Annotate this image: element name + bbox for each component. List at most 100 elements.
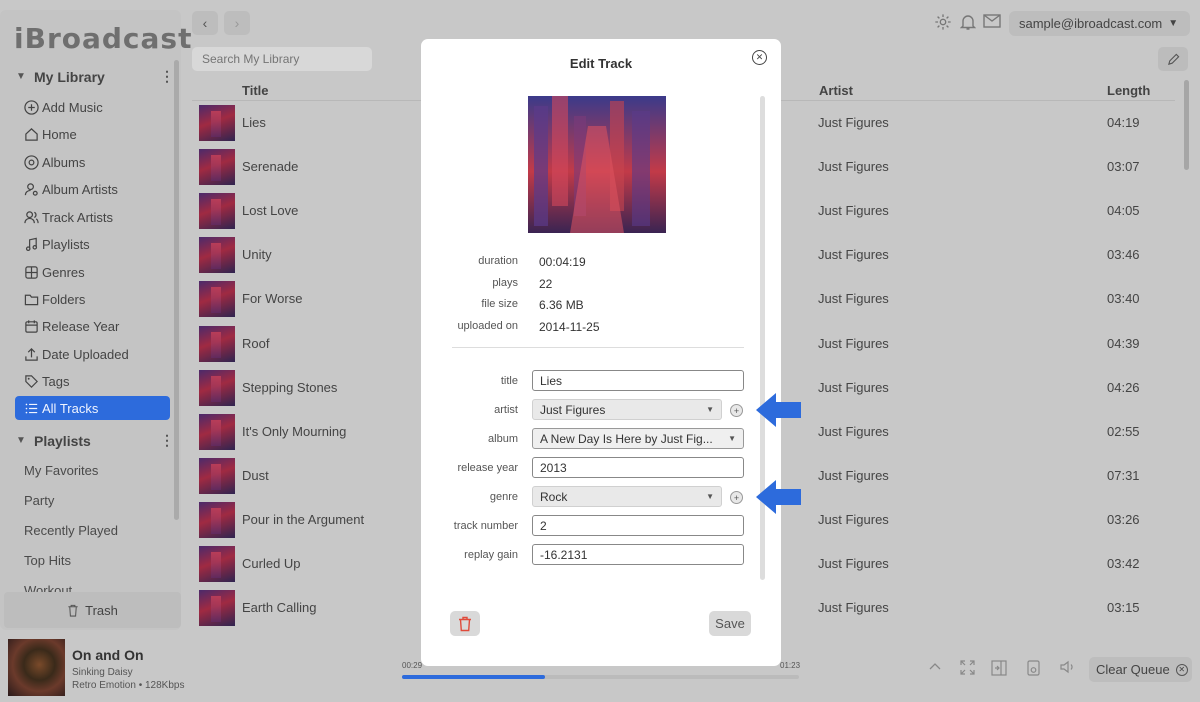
- trash-button[interactable]: Trash: [4, 592, 181, 628]
- info-value: 6.36 MB: [539, 298, 584, 312]
- user-music-icon: [22, 180, 40, 198]
- playlists-header[interactable]: ▼ Playlists ⋮: [16, 432, 174, 449]
- sidebar-scrollbar[interactable]: [174, 60, 179, 520]
- dropdown-arrow-icon: ▼: [706, 492, 714, 501]
- track-length: 04:26: [1107, 380, 1140, 395]
- track-artwork: [199, 546, 235, 582]
- chevron-up-icon[interactable]: [928, 660, 942, 677]
- volume-icon[interactable]: [1060, 660, 1076, 677]
- plus-circle-icon: [22, 98, 40, 116]
- sidebar-item-date-uploaded[interactable]: Date Uploaded: [15, 342, 170, 366]
- add-artist-button[interactable]: +: [730, 404, 743, 417]
- column-artist[interactable]: Artist: [819, 83, 853, 98]
- sidebar-item-albums[interactable]: Albums: [15, 150, 170, 174]
- playlist-item[interactable]: Workout: [24, 583, 72, 592]
- back-button[interactable]: ‹: [192, 11, 218, 35]
- now-playing-artist[interactable]: Sinking Daisy: [72, 667, 133, 678]
- track-artist: Just Figures: [818, 203, 889, 218]
- delete-button[interactable]: [450, 611, 480, 636]
- track-length: 07:31: [1107, 468, 1140, 483]
- track-title: For Worse: [242, 291, 303, 306]
- edit-button[interactable]: [1158, 47, 1188, 71]
- column-title[interactable]: Title: [242, 83, 269, 98]
- search-input[interactable]: [192, 47, 372, 71]
- speaker-device-icon[interactable]: [1027, 660, 1040, 679]
- playlist-item[interactable]: Top Hits: [24, 553, 71, 568]
- genre-value: Rock: [540, 489, 568, 504]
- sidebar-item-track-artists[interactable]: Track Artists: [15, 205, 170, 229]
- playlist-item[interactable]: My Favorites: [24, 463, 98, 478]
- track-length: 03:26: [1107, 512, 1140, 527]
- track-artist: Just Figures: [818, 336, 889, 351]
- sidebar-item-label: Folders: [42, 291, 86, 307]
- now-playing-title[interactable]: On and On: [72, 647, 144, 663]
- album-value: A New Day Is Here by Just Fig...: [540, 431, 713, 446]
- track-title: Earth Calling: [242, 600, 317, 615]
- track-number-field[interactable]: 2: [532, 515, 744, 536]
- sidebar-item-release-year[interactable]: Release Year: [15, 314, 170, 338]
- sidebar-item-label: Playlists: [42, 236, 90, 252]
- more-options-icon[interactable]: ⋮: [160, 68, 174, 85]
- add-genre-button[interactable]: +: [730, 491, 743, 504]
- sidebar-item-folders[interactable]: Folders: [15, 287, 170, 311]
- main-scrollbar[interactable]: [1184, 80, 1189, 170]
- queue-panel-icon[interactable]: [991, 660, 1007, 679]
- calendar-icon: [22, 317, 40, 335]
- title-field[interactable]: Lies: [532, 370, 744, 391]
- sidebar-item-home[interactable]: Home: [15, 122, 170, 146]
- field-label: artist: [494, 404, 518, 416]
- close-icon[interactable]: ✕: [752, 50, 767, 65]
- replay-gain-field[interactable]: -16.2131: [532, 544, 744, 565]
- column-length[interactable]: Length: [1107, 83, 1150, 98]
- clear-queue-button[interactable]: Clear Queue ✕: [1089, 657, 1192, 682]
- artist-select[interactable]: Just Figures ▼: [532, 399, 722, 420]
- album-select[interactable]: A New Day Is Here by Just Fig... ▼: [532, 428, 744, 449]
- track-length: 04:39: [1107, 336, 1140, 351]
- chevron-down-icon: ▼: [16, 71, 26, 82]
- release-year-field[interactable]: 2013: [532, 457, 744, 478]
- track-title: Pour in the Argument: [242, 512, 365, 527]
- save-button[interactable]: Save: [709, 611, 751, 636]
- edit-track-dialog: Edit Track ✕ duration 00:04:19 plays 22 …: [421, 39, 781, 666]
- progress-bar[interactable]: [402, 675, 799, 679]
- settings-icon[interactable]: [934, 13, 952, 34]
- sidebar-item-album-artists[interactable]: Album Artists: [15, 177, 170, 201]
- track-artist: Just Figures: [818, 247, 889, 262]
- track-length: 03:40: [1107, 291, 1140, 306]
- sidebar-item-label: Albums: [42, 154, 86, 170]
- sidebar-item-genres[interactable]: Genres: [15, 260, 170, 284]
- track-artist: Just Figures: [818, 159, 889, 174]
- track-length: 04:19: [1107, 115, 1140, 130]
- playlist-item[interactable]: Party: [24, 493, 54, 508]
- sidebar-item-tags[interactable]: Tags: [15, 369, 170, 393]
- playlist-item[interactable]: Recently Played: [24, 523, 118, 538]
- users-icon: [22, 208, 40, 226]
- track-artwork: [199, 414, 235, 450]
- sidebar-item-label: Home: [42, 126, 77, 142]
- bell-icon[interactable]: [959, 13, 977, 34]
- mail-icon[interactable]: [983, 13, 1001, 32]
- elapsed-time: 00:29: [402, 661, 423, 670]
- trash-icon: [459, 616, 471, 631]
- track-artist: Just Figures: [818, 380, 889, 395]
- sidebar-item-playlists[interactable]: Playlists: [15, 232, 170, 256]
- fullscreen-icon[interactable]: [960, 660, 975, 678]
- my-library-header[interactable]: ▼ My Library ⋮: [16, 68, 174, 85]
- tag-icon: [22, 372, 40, 390]
- forward-button[interactable]: ›: [224, 11, 250, 35]
- account-menu[interactable]: sample@ibroadcast.com ▼: [1009, 11, 1190, 36]
- sidebar-item-label: Release Year: [42, 318, 120, 334]
- sidebar-item-add-music[interactable]: Add Music: [15, 95, 170, 119]
- now-playing-artwork[interactable]: [8, 639, 65, 696]
- sidebar-item-all-tracks[interactable]: All Tracks: [15, 396, 170, 420]
- track-artwork: [199, 105, 235, 141]
- close-icon: ✕: [1175, 663, 1188, 676]
- track-artwork: [199, 281, 235, 317]
- disc-icon: [22, 153, 40, 171]
- more-options-icon[interactable]: ⋮: [160, 432, 174, 449]
- sidebar-item-label: Album Artists: [42, 181, 118, 197]
- genre-select[interactable]: Rock ▼: [532, 486, 722, 507]
- folder-icon: [22, 290, 40, 308]
- track-artwork: [199, 193, 235, 229]
- track-title: Stepping Stones: [242, 380, 338, 395]
